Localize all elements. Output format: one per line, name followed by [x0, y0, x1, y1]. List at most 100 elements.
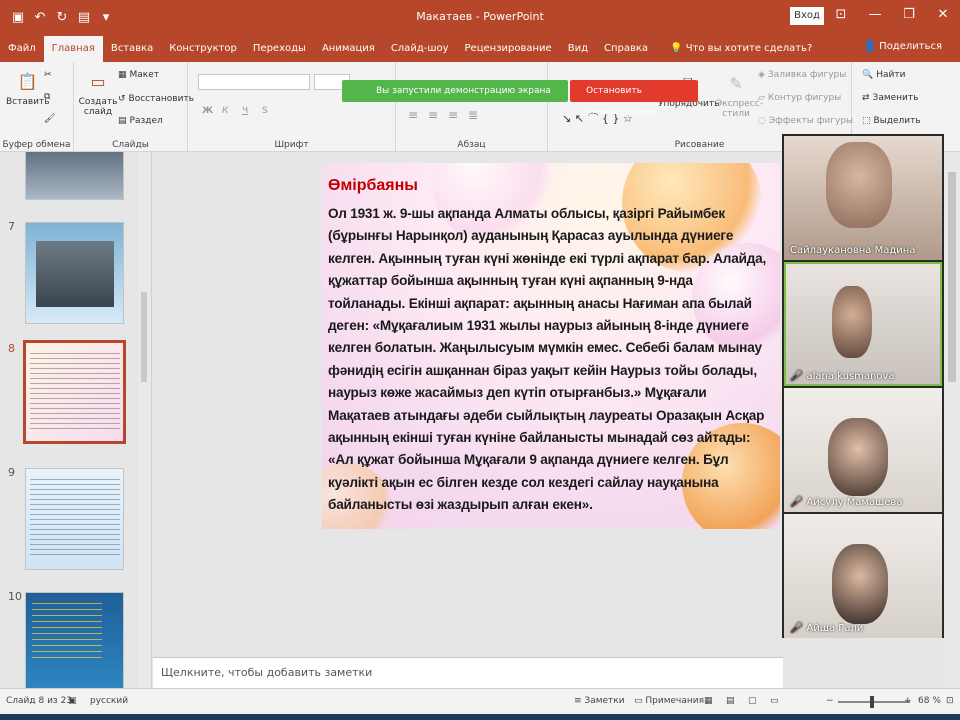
zoom-slider[interactable]: [838, 701, 910, 703]
participant-tile[interactable]: 🎤̸ Айсулу Мамашева: [784, 388, 942, 512]
slide-thumbnail-10[interactable]: [25, 592, 124, 688]
comments-button[interactable]: ▭ Примечания: [634, 696, 704, 706]
video-call-panel: Сайлаукановна Мадина 🎤̸ alana kusmanova 🎤…: [782, 134, 944, 638]
spellcheck-icon[interactable]: ▣: [68, 696, 77, 706]
scrollbar-thumb[interactable]: [948, 172, 956, 382]
underline-button[interactable]: Ч: [242, 106, 248, 116]
slide-text-line: келген. Ақынның туған күні жөнінде екі т…: [328, 250, 767, 266]
save-icon[interactable]: ▣: [10, 9, 26, 25]
replace-button[interactable]: ⇄ Заменить: [862, 93, 918, 103]
participant-name: 🎤̸ Айсулу Мамашева: [790, 497, 903, 508]
participant-video: [832, 286, 872, 358]
slide-body-text[interactable]: Ол 1931 ж. 9-шы ақпанда Алматы облысы, қ…: [328, 203, 774, 517]
slide-sorter-icon[interactable]: ▤: [726, 696, 735, 706]
font-name-input[interactable]: [198, 74, 310, 90]
participant-video: [828, 418, 888, 496]
mic-off-icon: 🎤̸: [790, 623, 803, 634]
close-icon[interactable]: ✕: [926, 0, 960, 34]
quick-styles-button[interactable]: ✎ Экспресс-стили: [716, 70, 763, 120]
select-button[interactable]: ⬚ Выделить: [862, 116, 921, 126]
thumbnail-text-lines: [32, 603, 102, 663]
slide-title[interactable]: Өмірбаяны: [328, 177, 418, 195]
new-slide-button[interactable]: ▭ Создать слайд: [79, 68, 118, 118]
italic-button[interactable]: К: [222, 106, 228, 116]
align-right-icon[interactable]: ≡: [448, 108, 458, 122]
slide-text-line: «Ал құжат бойынша Мұқағали 9 ақпанда дүн…: [328, 452, 729, 468]
tab-animations[interactable]: Анимация: [314, 36, 383, 62]
thumbnail-number: 8: [8, 342, 15, 355]
tab-design[interactable]: Конструктор: [161, 36, 245, 62]
zoom-out-icon[interactable]: −: [826, 696, 834, 706]
notes-button[interactable]: ≡ Заметки: [574, 696, 625, 706]
find-button[interactable]: 🔍 Найти: [862, 70, 905, 80]
justify-icon[interactable]: ≣: [468, 108, 478, 122]
share-button[interactable]: 👤 Поделиться: [864, 34, 942, 60]
thumbnail-number: 7: [8, 220, 15, 233]
zoom-in-icon[interactable]: +: [904, 696, 912, 706]
align-center-icon[interactable]: ≡: [428, 108, 438, 122]
layout-button[interactable]: ▦ Макет: [118, 70, 159, 80]
slides-group: ▭ Создать слайд ▦ Макет ↺ Восстановить ▤ Ра…: [74, 62, 194, 152]
editor-scrollbar[interactable]: [944, 152, 960, 688]
cut-icon[interactable]: ✂: [44, 70, 52, 80]
slide-thumbnail-8[interactable]: [23, 340, 126, 444]
font-group: Ж К Ч S Шрифт: [188, 62, 396, 152]
participant-tile[interactable]: Сайлаукановна Мадина: [784, 136, 942, 260]
stop-screen-share-button[interactable]: Остановить демонстрацию: [570, 80, 698, 118]
paragraph-group-label: Абзац: [457, 140, 486, 150]
zoom-slider-handle[interactable]: [870, 696, 874, 708]
participant-tile[interactable]: 🎤̸ Айша Гали: [784, 514, 942, 638]
section-button[interactable]: ▤ Раздел: [118, 116, 163, 126]
participant-tile[interactable]: 🎤̸ alana kusmanova: [784, 262, 942, 386]
undo-icon[interactable]: ↶: [32, 9, 48, 25]
participant-video: [832, 544, 888, 624]
shape-effects-button[interactable]: ◌ Эффекты фигуры: [758, 116, 853, 126]
thumbnails-scrollbar[interactable]: [138, 152, 150, 688]
reset-icon: ↺: [118, 94, 126, 104]
redo-icon[interactable]: ↻: [54, 9, 70, 25]
copy-icon[interactable]: ⧉: [44, 92, 50, 102]
format-painter-icon[interactable]: 🖌: [44, 114, 55, 124]
maximize-icon[interactable]: ❐: [892, 0, 926, 34]
quick-access-toolbar: ▣ ↶ ↻ ▤ ▾: [0, 9, 320, 25]
tab-file[interactable]: Файл: [0, 36, 44, 62]
tab-slideshow[interactable]: Слайд-шоу: [383, 36, 457, 62]
slide-text-line: фәнидің есігін ашқаннан біраз уақыт кейі…: [328, 362, 757, 378]
reset-button[interactable]: ↺ Восстановить: [118, 94, 194, 104]
tab-insert[interactable]: Вставка: [103, 36, 161, 62]
notes-pane[interactable]: Щелкните, чтобы добавить заметки: [153, 657, 783, 688]
slide-text-line: (бұрынғы Нарынқол) ауданының Қарасаз ауы…: [328, 228, 734, 244]
find-icon: 🔍: [862, 70, 874, 80]
current-slide[interactable]: Өмірбаяны Ол 1931 ж. 9-шы ақпанда Алматы…: [322, 163, 780, 529]
sign-in-button[interactable]: Вход: [790, 7, 824, 25]
tab-help[interactable]: Справка: [596, 36, 656, 62]
slide-text-line: келген болатын. Жаңылысуым мүмкін емес. …: [328, 340, 762, 356]
tab-home[interactable]: Главная: [43, 36, 103, 62]
language-indicator[interactable]: русский: [90, 696, 128, 706]
zoom-level[interactable]: 68 %: [918, 696, 941, 706]
slide-thumbnail-6[interactable]: [25, 152, 124, 200]
slide-thumbnail-9[interactable]: [25, 468, 124, 570]
tab-transitions[interactable]: Переходы: [245, 36, 314, 62]
title-bar: ▣ ↶ ↻ ▤ ▾ Макатаев - PowerPoint Вход ⊡ —…: [0, 0, 960, 34]
slideshow-view-icon[interactable]: ▭: [770, 696, 779, 706]
start-slideshow-icon[interactable]: ▤: [76, 9, 92, 25]
ribbon-display-icon[interactable]: ⊡: [824, 0, 858, 34]
customize-qat-icon[interactable]: ▾: [98, 9, 114, 25]
shape-fill-button[interactable]: ◈ Заливка фигуры: [758, 70, 846, 80]
scrollbar-thumb[interactable]: [141, 292, 147, 382]
strikethrough-button[interactable]: S: [262, 106, 268, 116]
bold-button[interactable]: Ж: [202, 106, 213, 116]
tell-me-box[interactable]: 💡 Что вы хотите сделать?: [656, 36, 812, 62]
slide-counter: Слайд 8 из 23: [6, 696, 73, 706]
fit-slide-icon[interactable]: ⊡: [946, 696, 954, 706]
tab-view[interactable]: Вид: [560, 36, 596, 62]
tab-review[interactable]: Рецензирование: [457, 36, 560, 62]
minimize-icon[interactable]: —: [858, 0, 892, 34]
shape-outline-button[interactable]: ▱ Контур фигуры: [758, 93, 841, 103]
fill-icon: ◈: [758, 70, 765, 80]
align-left-icon[interactable]: ≡: [408, 108, 418, 122]
slide-thumbnail-7[interactable]: [25, 222, 124, 324]
normal-view-icon[interactable]: ▦: [704, 696, 713, 706]
reading-view-icon[interactable]: ▢: [748, 696, 757, 706]
